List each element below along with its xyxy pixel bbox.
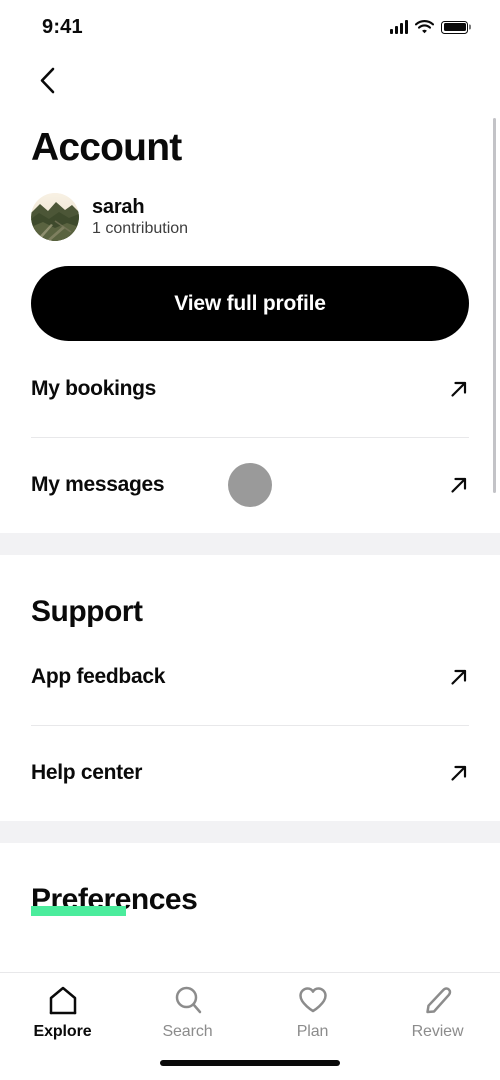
tab-label: Review bbox=[411, 1023, 464, 1040]
chevron-left-icon bbox=[39, 67, 55, 97]
profile-username: sarah bbox=[92, 196, 145, 218]
list-item-my-bookings[interactable]: My bookings bbox=[31, 341, 469, 437]
tab-plan[interactable]: Plan bbox=[250, 985, 375, 1041]
section-divider-1 bbox=[0, 533, 500, 555]
support-section-title: Support bbox=[31, 595, 143, 628]
home-icon bbox=[47, 985, 79, 1018]
pencil-icon bbox=[422, 985, 454, 1018]
row-trailing bbox=[449, 763, 469, 783]
tab-explore[interactable]: Explore bbox=[0, 985, 125, 1041]
back-button[interactable] bbox=[30, 65, 64, 99]
message-avatar-placeholder bbox=[228, 463, 272, 507]
battery-full-icon bbox=[441, 20, 468, 34]
external-link-arrow-icon bbox=[449, 667, 469, 687]
wifi-icon bbox=[415, 20, 434, 34]
account-links-list: My bookings My messages bbox=[0, 341, 500, 533]
status-bar: 9:41 bbox=[0, 0, 500, 54]
row-label: Help center bbox=[31, 761, 143, 784]
tab-label: Search bbox=[162, 1023, 213, 1040]
profile-summary[interactable]: sarah 1 contribution bbox=[0, 170, 500, 241]
external-link-arrow-icon bbox=[449, 379, 469, 399]
external-link-arrow-icon bbox=[449, 763, 469, 783]
support-links-list: App feedback Help center bbox=[0, 629, 500, 821]
vertical-scrollbar[interactable] bbox=[493, 118, 496, 493]
top-navigation-bar bbox=[0, 54, 500, 110]
profile-text-block: sarah 1 contribution bbox=[92, 196, 188, 238]
list-item-my-messages[interactable]: My messages bbox=[31, 437, 469, 533]
profile-contribution-count: 1 contribution bbox=[92, 220, 189, 237]
cellular-bars-icon bbox=[390, 20, 408, 34]
preferences-accent-underline bbox=[31, 906, 126, 916]
row-trailing bbox=[449, 379, 469, 399]
tab-search[interactable]: Search bbox=[125, 985, 250, 1041]
list-item-app-feedback[interactable]: App feedback bbox=[31, 629, 469, 725]
home-indicator bbox=[160, 1060, 340, 1066]
list-item-help-center[interactable]: Help center bbox=[31, 725, 469, 821]
tab-label: Plan bbox=[296, 1023, 329, 1040]
status-time: 9:41 bbox=[42, 15, 83, 38]
row-label: App feedback bbox=[31, 665, 166, 688]
row-trailing bbox=[449, 475, 469, 495]
tab-label: Explore bbox=[33, 1023, 92, 1040]
bottom-tab-bar: Explore Search Plan Review bbox=[0, 972, 500, 1080]
section-divider-2 bbox=[0, 821, 500, 843]
user-avatar-landscape-image bbox=[31, 193, 79, 241]
row-label: My messages bbox=[31, 473, 165, 496]
preferences-section: Preferences bbox=[0, 843, 500, 917]
heart-icon bbox=[297, 985, 329, 1018]
view-full-profile-button[interactable]: View full profile bbox=[31, 266, 469, 341]
external-link-arrow-icon bbox=[449, 475, 469, 495]
tab-review[interactable]: Review bbox=[375, 985, 500, 1041]
status-indicators bbox=[390, 20, 468, 34]
support-section: Support App feedback Help center bbox=[0, 555, 500, 821]
search-icon bbox=[172, 985, 204, 1018]
account-section: Account sarah 1 contribution View full p… bbox=[0, 110, 500, 533]
scroll-content-area[interactable]: Account sarah 1 contribution View full p… bbox=[0, 110, 500, 1032]
row-trailing bbox=[449, 667, 469, 687]
page-title: Account bbox=[31, 126, 182, 169]
row-label: My bookings bbox=[31, 377, 157, 400]
